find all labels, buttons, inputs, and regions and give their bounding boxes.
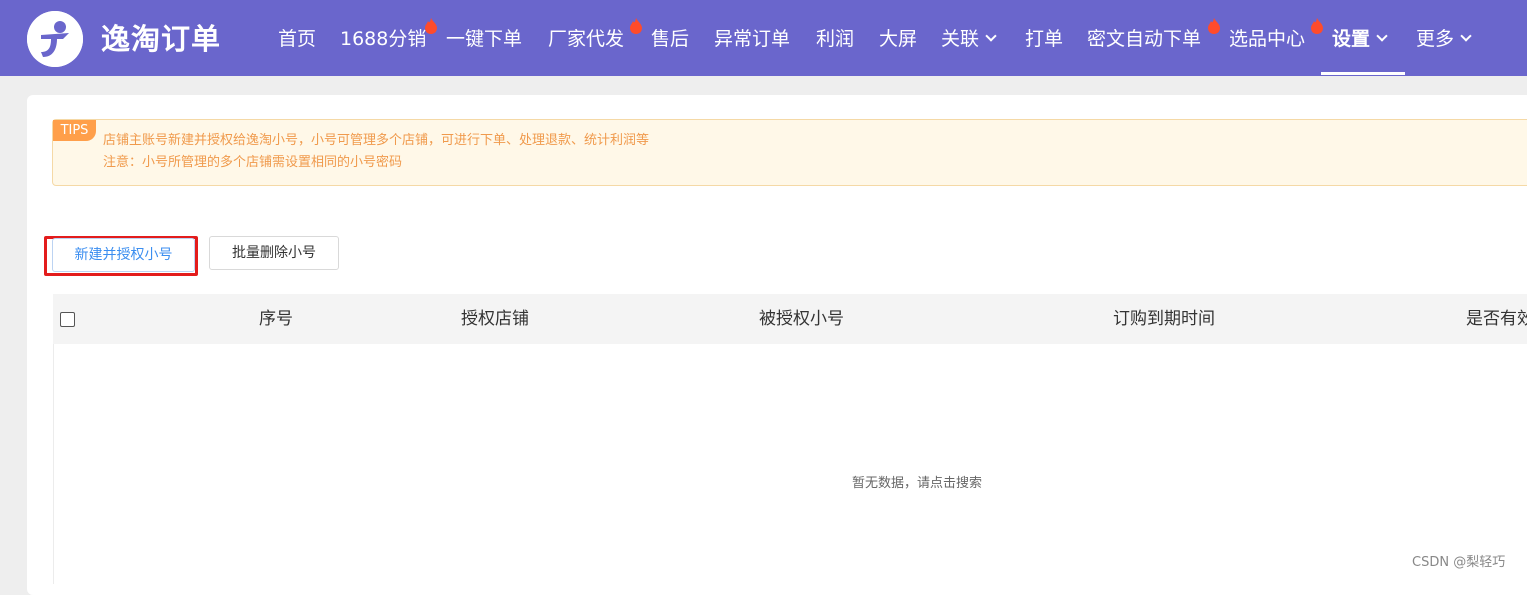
nav-more[interactable]: 更多 xyxy=(1416,24,1472,54)
tips-note: 注意：小号所管理的多个店铺需设置相同的小号密码 xyxy=(103,155,403,170)
select-all-checkbox[interactable] xyxy=(60,312,75,327)
table-body xyxy=(53,344,1527,584)
nav-settings[interactable]: 设置 xyxy=(1332,24,1388,54)
nav-association-label: 关联 xyxy=(941,28,980,50)
nav-abnormal-orders[interactable]: 异常订单 xyxy=(714,24,790,54)
nav-one-click-order[interactable]: 一键下单 xyxy=(446,24,522,54)
column-header-index: 序号 xyxy=(259,309,293,329)
nav-1688-distribution[interactable]: 1688分销 xyxy=(340,24,426,54)
watermark: CSDN @梨轻巧 xyxy=(1412,555,1506,570)
brand-name: 逸淘订单 xyxy=(101,22,222,56)
create-authorize-subaccount-button[interactable]: 新建并授权小号 xyxy=(52,238,195,272)
chevron-down-icon xyxy=(1460,30,1472,42)
nav-home[interactable]: 首页 xyxy=(278,24,316,54)
nav-factory-dropship[interactable]: 厂家代发 xyxy=(548,24,624,54)
nav-encrypted-auto-order[interactable]: 密文自动下单 xyxy=(1087,24,1201,54)
top-navigation-bar: 逸淘订单 首页 1688分销 一键下单 厂家代发 售后 异常订单 利润 大屏 关… xyxy=(0,0,1527,76)
column-header-valid: 是否有效 xyxy=(1466,309,1527,329)
tips-description: 店铺主账号新建并授权给逸淘小号，小号可管理多个店铺，可进行下单、处理退款、统计利… xyxy=(103,133,650,148)
hot-fire-icon xyxy=(1208,18,1220,34)
chevron-down-icon xyxy=(985,30,997,42)
nav-print-order[interactable]: 打单 xyxy=(1025,24,1063,54)
empty-state-text: 暂无数据，请点击搜索 xyxy=(852,476,983,491)
nav-settings-label: 设置 xyxy=(1332,28,1371,50)
nav-more-label: 更多 xyxy=(1416,28,1455,50)
hot-fire-icon xyxy=(1311,18,1323,34)
hot-fire-icon xyxy=(630,18,642,34)
batch-delete-subaccount-button[interactable]: 批量删除小号 xyxy=(209,236,339,270)
nav-big-screen[interactable]: 大屏 xyxy=(879,24,917,54)
column-header-authorized-store: 授权店铺 xyxy=(461,309,529,329)
active-tab-indicator xyxy=(1321,72,1405,75)
column-header-expiry-time: 订购到期时间 xyxy=(1113,309,1215,329)
yitao-logo-icon[interactable] xyxy=(27,11,83,67)
nav-profit[interactable]: 利润 xyxy=(816,24,854,54)
column-header-subaccount: 被授权小号 xyxy=(759,309,844,329)
nav-association[interactable]: 关联 xyxy=(941,24,997,54)
hot-fire-icon xyxy=(425,18,437,34)
tips-badge: TIPS xyxy=(53,120,96,141)
chevron-down-icon xyxy=(1376,30,1388,42)
nav-after-sales[interactable]: 售后 xyxy=(651,24,689,54)
nav-product-selection[interactable]: 选品中心 xyxy=(1229,24,1305,54)
